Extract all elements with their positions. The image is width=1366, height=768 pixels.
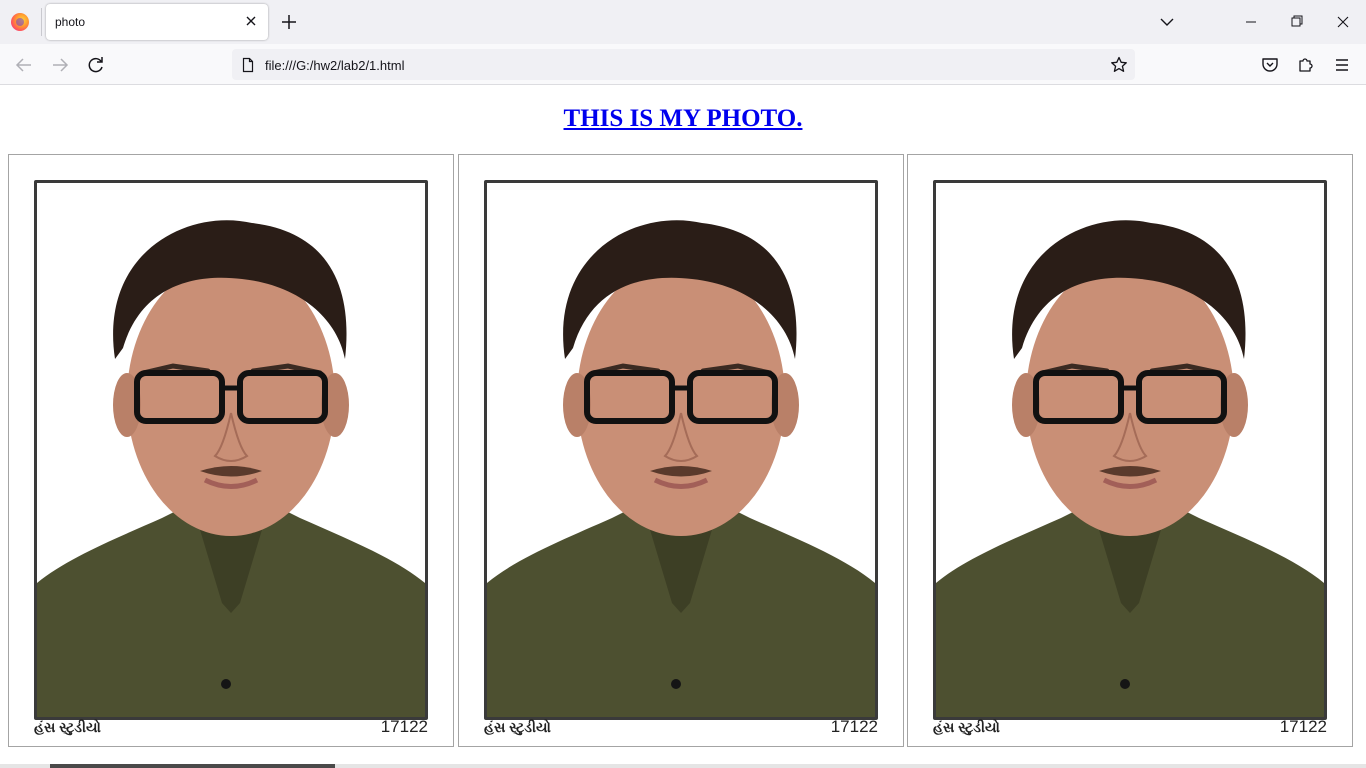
arrow-left-icon [15,58,31,72]
photo-number: 17122 [1279,717,1327,736]
photo-frame: હંસ સ્ટુડીયો 17122 [8,154,454,747]
restore-icon [1291,15,1303,27]
passport-photo [933,180,1327,720]
studio-name: હંસ સ્ટુડીયો [34,719,101,735]
horizontal-scrollbar[interactable] [0,764,1366,768]
tab-divider [41,8,42,36]
back-button[interactable] [10,52,38,78]
close-icon [246,16,256,26]
photo-number: 17122 [380,717,428,736]
photo-frame: હંસ સ્ટુડીયો 17122 [458,154,904,747]
puzzle-icon [1299,58,1313,72]
studio-name: હંસ સ્ટુડીયો [933,719,1000,735]
minimize-button[interactable] [1228,0,1274,44]
studio-name: હંસ સ્ટુડીયો [484,719,551,735]
new-tab-button[interactable] [278,11,300,33]
app-menu-button[interactable] [1330,53,1354,77]
page-heading: THIS IS MY PHOTO. [0,105,1366,133]
pocket-icon [1262,58,1278,72]
list-all-tabs-button[interactable] [1156,11,1178,33]
pocket-button[interactable] [1258,53,1282,77]
url-text[interactable]: file:///G:/hw2/lab2/1.html [265,58,404,73]
reload-button[interactable] [82,52,110,78]
photo-number: 17122 [830,717,878,736]
navigation-toolbar: file:///G:/hw2/lab2/1.html [0,44,1366,85]
chevron-down-icon [1160,18,1174,26]
extensions-button[interactable] [1294,53,1318,77]
tab-close-button[interactable] [243,13,259,29]
bookmark-button[interactable] [1109,55,1129,75]
heading-link[interactable]: THIS IS MY PHOTO. [564,105,803,132]
address-bar[interactable]: file:///G:/hw2/lab2/1.html [232,49,1135,80]
minimize-icon [1246,21,1256,23]
reload-icon [88,57,103,73]
arrow-right-icon [53,58,69,72]
restore-button[interactable] [1274,0,1320,44]
window-close-button[interactable] [1320,0,1366,44]
photo-frame: હંસ સ્ટુડીયો 17122 [907,154,1353,747]
tab-photo[interactable]: photo [46,4,268,40]
page-content: THIS IS MY PHOTO. હંસ સ્ટુડીયો 17122 હંસ… [0,85,1366,768]
tab-title: photo [55,15,86,29]
forward-button[interactable] [46,52,74,78]
close-icon [1337,16,1349,28]
hamburger-icon [1336,59,1348,71]
firefox-icon[interactable] [11,13,29,31]
star-icon [1111,56,1127,72]
plus-icon [282,15,296,29]
tab-strip: photo [0,0,1366,44]
page-icon [242,57,254,73]
passport-photo [34,180,428,720]
passport-photo [484,180,878,720]
